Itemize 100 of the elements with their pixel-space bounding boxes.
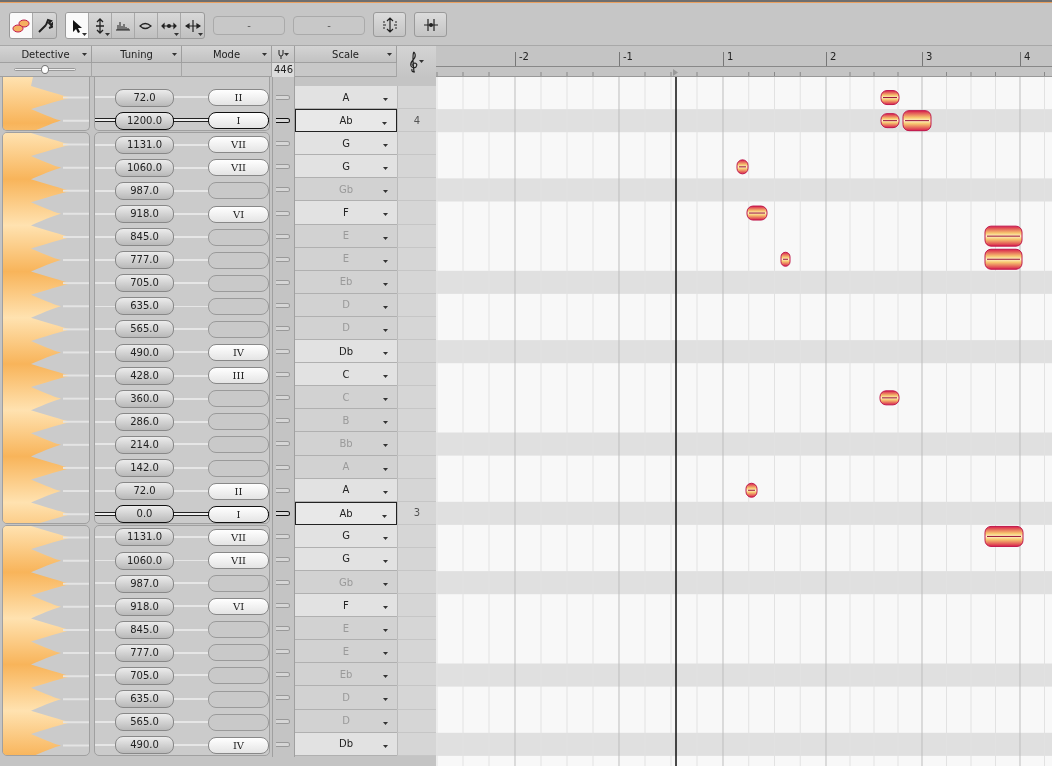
tuning-value[interactable]: 565.0 (115, 713, 174, 732)
mode-slot[interactable] (208, 228, 269, 246)
note-blob[interactable] (736, 159, 749, 175)
scale-note-dropdown[interactable]: Db (295, 340, 397, 364)
scale-note-dropdown[interactable]: Ab (295, 109, 397, 133)
pitch-handle[interactable] (276, 741, 290, 747)
note-blob[interactable] (880, 90, 900, 106)
slider-thumb[interactable] (41, 65, 49, 74)
tuning-value[interactable]: 845.0 (115, 228, 174, 247)
tuning-value[interactable]: 635.0 (115, 297, 174, 316)
note-blob[interactable] (984, 225, 1023, 247)
tuning-value[interactable]: 987.0 (115, 574, 174, 593)
pitch-handle[interactable] (276, 395, 290, 401)
tuning-value[interactable]: 635.0 (115, 690, 174, 709)
note-blob[interactable] (780, 251, 791, 267)
tuning-value[interactable]: 142.0 (115, 459, 174, 478)
mode-slot[interactable] (208, 621, 269, 639)
mode-degree[interactable]: VI (208, 205, 269, 223)
mode-degree[interactable]: I (208, 505, 269, 523)
pitch-handle[interactable] (276, 556, 290, 562)
pitch-handle[interactable] (276, 695, 290, 701)
tuning-value[interactable]: 72.0 (115, 482, 174, 501)
pitch-handle[interactable] (276, 487, 290, 493)
mode-slot[interactable] (208, 644, 269, 662)
tuning-value[interactable]: 0.0 (115, 505, 174, 523)
tuning-value[interactable]: 777.0 (115, 251, 174, 270)
tuning-value[interactable]: 777.0 (115, 643, 174, 662)
mode-degree[interactable]: II (208, 482, 269, 500)
mode-degree[interactable]: VII (208, 159, 269, 177)
note-blob[interactable] (879, 390, 900, 406)
tuning-value[interactable]: 1200.0 (115, 111, 174, 130)
mode-degree[interactable]: III (208, 367, 269, 385)
pitch-handle[interactable] (276, 672, 290, 678)
mode-slot[interactable] (208, 274, 269, 292)
mode-slot[interactable] (208, 321, 269, 338)
pitch-handle[interactable] (276, 510, 290, 516)
pitch-handle[interactable] (276, 233, 290, 239)
tuning-value[interactable]: 428.0 (115, 366, 174, 385)
pitch-handle[interactable] (276, 326, 290, 331)
mode-degree[interactable]: VI (208, 598, 269, 616)
pitch-handle[interactable] (276, 580, 290, 585)
tuning-value[interactable]: 72.0 (115, 88, 174, 107)
tuning-value[interactable]: 214.0 (115, 435, 174, 454)
pitch-handle[interactable] (276, 95, 290, 101)
tuning-value[interactable]: 918.0 (115, 597, 174, 616)
note-blob[interactable] (746, 205, 768, 221)
scale-note-dropdown[interactable]: A (295, 478, 397, 502)
scale-note-dropdown[interactable]: G (295, 547, 397, 571)
tuning-value[interactable]: 360.0 (115, 389, 174, 408)
tuning-value[interactable]: 987.0 (115, 181, 174, 200)
tuning-value[interactable]: 565.0 (115, 320, 174, 339)
mode-slot[interactable] (208, 667, 269, 685)
pitch-handle[interactable] (276, 164, 290, 170)
scale-note-dropdown[interactable]: F (295, 201, 397, 225)
pitch-handle[interactable] (276, 603, 290, 609)
scale-note-dropdown[interactable]: A (295, 86, 397, 110)
note-blob[interactable] (902, 110, 932, 132)
tuning-value[interactable]: 490.0 (115, 736, 174, 755)
pitch-handle[interactable] (276, 626, 290, 632)
mode-slot[interactable] (208, 390, 269, 408)
detective-slider[interactable] (14, 68, 76, 71)
tuning-value[interactable]: 1060.0 (115, 158, 174, 177)
value-field[interactable]: - (293, 16, 365, 35)
tuning-value[interactable]: 705.0 (115, 274, 174, 293)
scale-note-dropdown[interactable]: G (295, 524, 397, 548)
tuning-value[interactable]: 490.0 (115, 343, 174, 362)
note-blob[interactable] (880, 113, 900, 129)
mode-slot[interactable] (208, 413, 269, 431)
mode-slot[interactable] (208, 459, 269, 477)
note-blob[interactable] (984, 525, 1024, 547)
tuning-value[interactable]: 1060.0 (115, 551, 174, 570)
pitch-handle[interactable] (276, 649, 290, 655)
scale-note-dropdown[interactable]: Ab (295, 501, 397, 525)
mode-degree[interactable]: I (208, 112, 269, 130)
pitch-handle[interactable] (276, 718, 290, 724)
mode-degree[interactable]: II (208, 89, 269, 107)
mode-slot[interactable] (208, 436, 269, 454)
mode-degree[interactable]: VII (208, 136, 269, 154)
tuning-value[interactable]: 286.0 (115, 412, 174, 431)
pitch-handle[interactable] (276, 256, 290, 262)
pitch-handle[interactable] (276, 187, 290, 193)
scale-note-dropdown[interactable]: F (295, 594, 397, 618)
pitch-handle[interactable] (276, 141, 290, 147)
mode-degree[interactable]: IV (208, 344, 269, 362)
value-field[interactable]: - (213, 16, 285, 35)
mode-degree[interactable]: IV (208, 736, 269, 754)
mode-slot[interactable] (208, 713, 269, 731)
mode-slot[interactable] (208, 690, 269, 708)
scale-note-dropdown[interactable]: G (295, 132, 397, 156)
scale-note-dropdown[interactable]: C (295, 363, 397, 387)
tuning-value[interactable]: 1131.0 (115, 135, 174, 154)
scale-note-dropdown[interactable]: Db (295, 732, 397, 756)
mode-slot[interactable] (208, 251, 269, 269)
pitch-handle[interactable] (276, 279, 290, 285)
tuning-value[interactable]: 705.0 (115, 667, 174, 685)
pitch-handle[interactable] (276, 533, 290, 539)
pitch-handle[interactable] (276, 210, 290, 216)
tuning-value[interactable]: 1131.0 (115, 528, 174, 547)
mode-degree[interactable]: VII (208, 528, 269, 546)
tuning-value[interactable]: 918.0 (115, 205, 174, 223)
